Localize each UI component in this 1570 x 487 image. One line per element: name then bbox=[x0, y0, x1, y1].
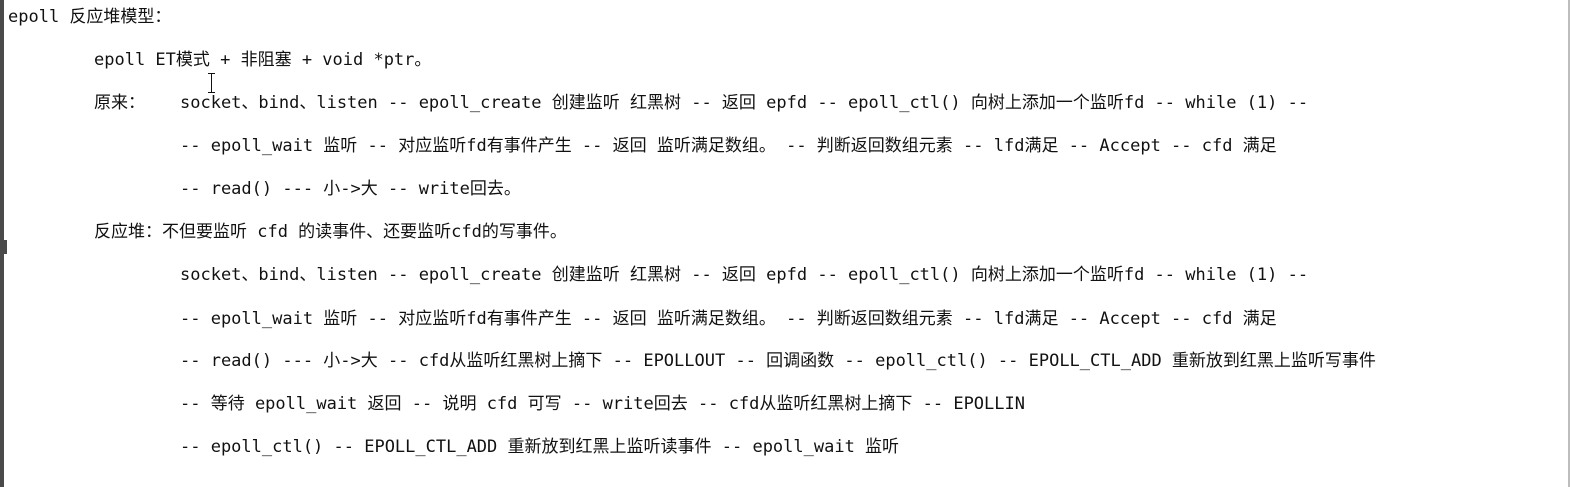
original-line-3: -- read() --- 小->大 -- write回去。 bbox=[180, 179, 521, 199]
original-label: 原来： bbox=[94, 93, 145, 113]
model-summary: epoll ET模式 + 非阻塞 + void *ptr。 bbox=[94, 50, 432, 70]
reactor-line-1: socket、bind、listen -- epoll_create 创建监听 … bbox=[180, 265, 1309, 285]
left-border-marker bbox=[4, 240, 7, 254]
reactor-line-3: -- read() --- 小->大 -- cfd从监听红黑树上摘下 -- EP… bbox=[180, 351, 1376, 371]
reactor-heading: 反应堆：不但要监听 cfd 的读事件、还要监听cfd的写事件。 bbox=[94, 222, 567, 242]
text-cursor-icon bbox=[208, 73, 215, 93]
reactor-line-4: -- 等待 epoll_wait 返回 -- 说明 cfd 可写 -- writ… bbox=[180, 394, 1025, 414]
reactor-line-2: -- epoll_wait 监听 -- 对应监听fd有事件产生 -- 返回 监听… bbox=[180, 309, 1277, 329]
original-line-1: 原来： socket、bind、listen -- epoll_create 创建… bbox=[94, 92, 1308, 114]
page-title: epoll 反应堆模型： bbox=[8, 7, 172, 27]
original-line-2: -- epoll_wait 监听 -- 对应监听fd有事件产生 -- 返回 监听… bbox=[180, 136, 1277, 156]
reactor-line-5: -- epoll_ctl() -- EPOLL_CTL_ADD 重新放到红黑上监… bbox=[180, 437, 900, 457]
original-text-1: socket、bind、listen -- epoll_create 创建监听 … bbox=[180, 93, 1309, 113]
